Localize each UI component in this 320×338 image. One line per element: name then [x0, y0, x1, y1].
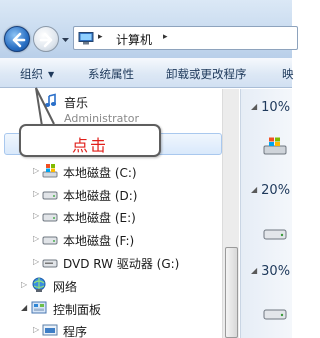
breadcrumb-separator-end[interactable]: ▸ [163, 32, 168, 42]
group-header-1-label: 10% [261, 100, 291, 115]
hard-drive-icon[interactable] [263, 225, 289, 243]
forward-arrow-icon [39, 32, 53, 48]
expand-arrow-icon[interactable]: ▷ [33, 235, 40, 243]
forward-button[interactable] [33, 26, 59, 52]
expand-arrow-icon[interactable]: ▷ [33, 326, 40, 334]
chevron-down-icon: ▼ [48, 70, 55, 79]
tree-label-drive-f: 本地磁盘 (F:) [63, 234, 135, 248]
navigation-scrollbar[interactable] [222, 89, 239, 338]
computer-icon [78, 32, 94, 45]
collapse-arrow-icon: ◢ [251, 185, 258, 194]
windows-drive-icon [42, 164, 58, 178]
content-pane: ◢ 10% ◢ 20% ◢ 30% [240, 89, 292, 338]
command-toolbar: 组织 ▼ 系统属性 卸载或更改程序 映 [0, 58, 294, 88]
tree-item-programs[interactable]: ▷ 程序 [0, 320, 222, 338]
tree-label-network: 网络 [53, 280, 78, 294]
tree-item-drive-d[interactable]: ▷ 本地磁盘 (D:) [0, 184, 222, 204]
tree-label-control-panel: 控制面板 [53, 303, 102, 317]
group-header-3[interactable]: ◢ 30% [251, 264, 290, 279]
recent-pages-dropdown-icon[interactable] [61, 35, 70, 44]
tree-label-drive-c: 本地磁盘 (C:) [63, 166, 137, 180]
back-button[interactable] [4, 26, 30, 52]
group-header-1[interactable]: ◢ 10% [251, 100, 290, 115]
expand-arrow-icon[interactable]: ▷ [33, 190, 40, 198]
callout-pointer-icon [35, 87, 55, 126]
tree-item-dvd-drive[interactable]: ▷ DVD RW 驱动器 (G:) [0, 252, 222, 272]
tree-item-drive-f[interactable]: ▷ 本地磁盘 (F:) [0, 229, 222, 249]
address-field[interactable]: ▸ 计算机 ▸ [73, 26, 298, 50]
hard-drive-icon[interactable] [263, 305, 289, 323]
uninstall-program-button[interactable]: 卸载或更改程序 [166, 66, 247, 82]
system-properties-button[interactable]: 系统属性 [88, 66, 134, 82]
organize-label: 组织 [20, 67, 43, 81]
tree-item-control-panel[interactable]: ◢ 控制面板 [0, 298, 222, 318]
group-header-2-label: 20% [261, 183, 291, 198]
dvd-drive-icon [42, 259, 58, 268]
expand-arrow-icon[interactable]: ▷ [33, 212, 40, 220]
collapse-arrow-icon: ◢ [251, 266, 258, 275]
control-panel-icon [31, 301, 47, 314]
breadcrumb-separator[interactable]: ▸ [98, 32, 103, 42]
click-callout: 点击 [19, 124, 161, 157]
tree-item-drive-c[interactable]: ▷ 本地磁盘 (C:) [0, 161, 222, 181]
collapse-arrow-icon: ◢ [251, 102, 258, 111]
hard-drive-icon [42, 191, 58, 200]
expand-arrow-icon[interactable]: ▷ [33, 167, 40, 175]
tree-label-drive-e: 本地磁盘 (E:) [63, 211, 136, 225]
group-header-2[interactable]: ◢ 20% [251, 183, 290, 198]
back-arrow-icon [12, 32, 26, 48]
address-bar-area: ▸ 计算机 ▸ [0, 0, 298, 58]
tree-label-drive-d: 本地磁盘 (D:) [63, 189, 138, 203]
scrollbar-thumb[interactable] [225, 247, 238, 338]
tree-item-network[interactable]: ▷ 网络 [0, 275, 222, 295]
collapse-arrow-icon[interactable]: ◢ [21, 304, 28, 312]
hard-drive-icon [42, 236, 58, 245]
expand-arrow-icon[interactable]: ▷ [33, 258, 40, 266]
expand-arrow-icon[interactable]: ▷ [21, 281, 28, 289]
network-globe-icon [32, 277, 46, 292]
map-network-drive-button[interactable]: 映 [282, 66, 294, 82]
group-header-3-label: 30% [261, 264, 291, 279]
tree-label-dvd-drive: DVD RW 驱动器 (G:) [63, 257, 180, 271]
breadcrumb-computer[interactable]: 计算机 [116, 31, 152, 48]
windows-drive-icon[interactable] [263, 137, 289, 155]
tree-item-drive-e[interactable]: ▷ 本地磁盘 (E:) [0, 206, 222, 226]
organize-menu-button[interactable]: 组织 ▼ [20, 66, 54, 82]
hard-drive-icon [42, 213, 58, 222]
tree-label-programs: 程序 [63, 325, 88, 338]
callout-text: 点击 [71, 136, 108, 155]
programs-icon [42, 324, 58, 336]
